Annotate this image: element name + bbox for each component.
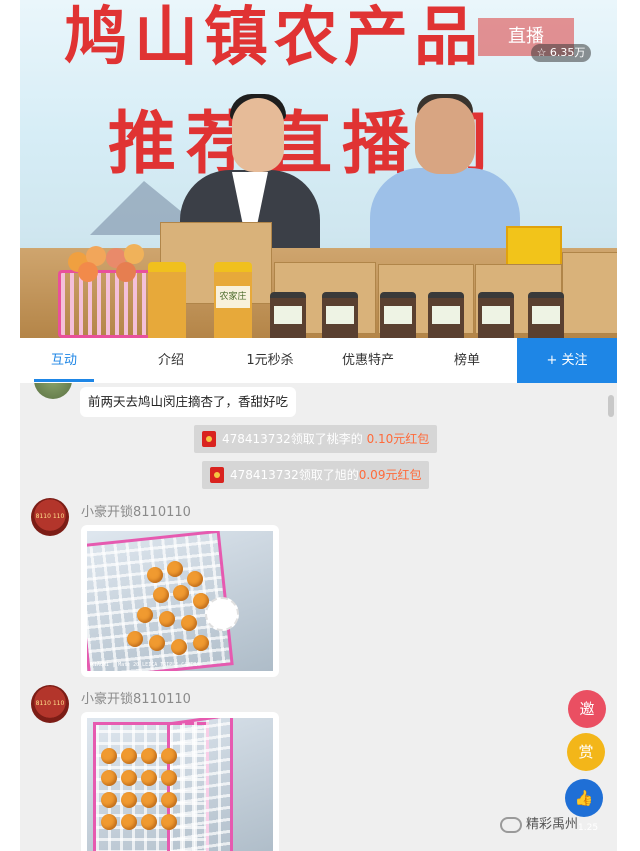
apricot: [121, 770, 137, 786]
live-video[interactable]: 鸠山镇农产品 推荐直播间 农家庄 直播 ☆ 6.35万: [20, 0, 617, 338]
feed-scrollbar[interactable]: [608, 395, 614, 417]
crate: [167, 718, 233, 851]
apricot: [147, 567, 163, 583]
red-packet-icon: [202, 431, 216, 447]
comment-photo[interactable]: [81, 712, 279, 851]
apricot: [181, 615, 197, 631]
tab-bar: 互动 介绍 1元秒杀 优惠特产 榜单 + 关注: [20, 338, 617, 383]
notice-action: 领取了旭的: [298, 468, 359, 482]
comment-bubble: 前两天去鸠山闵庄摘杏了，香甜好吃: [80, 387, 297, 417]
apricot: [101, 792, 117, 808]
apricot: [161, 770, 177, 786]
avatar[interactable]: [34, 383, 72, 399]
apricot: [171, 639, 187, 655]
product-box-4: [562, 252, 617, 334]
avatar[interactable]: 8110 110: [31, 685, 69, 723]
avatar[interactable]: 8110 110: [31, 498, 69, 536]
host-right-head: [415, 98, 475, 174]
tab-specialties[interactable]: 优惠特产: [328, 338, 408, 383]
apricot: [127, 631, 143, 647]
product-jar: [270, 292, 306, 338]
invite-button[interactable]: 邀: [568, 690, 606, 728]
thumbs-up-icon: 👍: [574, 789, 594, 807]
apricot: [141, 814, 157, 830]
notice-amount: 0.09元红包: [358, 468, 422, 482]
viewer-count: ☆ 6.35万: [531, 44, 591, 62]
redpacket-notice: 478413732领取了桃李的 0.10元红包: [194, 425, 438, 453]
apricot: [167, 561, 183, 577]
apricot: [141, 792, 157, 808]
apricot: [121, 792, 137, 808]
red-packet-icon: [210, 467, 224, 483]
notice-action: 领取了桃李的: [290, 432, 363, 446]
notice-user: 478413732: [230, 468, 299, 482]
wechat-icon: [500, 816, 522, 833]
apricot: [161, 792, 177, 808]
apricot: [187, 571, 203, 587]
apricot: [149, 635, 165, 651]
fruit: [124, 244, 144, 264]
avatar-text: 8110 110: [35, 513, 65, 520]
apricot: [121, 814, 137, 830]
follow-button[interactable]: + 关注: [517, 338, 617, 383]
viewers-icon: ☆: [536, 46, 550, 59]
like-button[interactable]: 👍: [565, 779, 603, 817]
product-jar: [380, 292, 416, 338]
photo-apricots-crate: XIAOMI | Mate 20 LEICA TRIPLE CAMERA: [87, 531, 273, 671]
honey-jar: [148, 262, 186, 338]
apricot: [141, 770, 157, 786]
fruit: [116, 262, 136, 282]
honey-jar: 农家庄: [214, 262, 252, 338]
photo-caption: XIAOMI | Mate 20 LEICA TRIPLE CAMERA: [91, 662, 200, 668]
apricot: [101, 748, 117, 764]
notice-user: 478413732: [222, 432, 291, 446]
tab-intro[interactable]: 介绍: [136, 338, 206, 383]
notice-amount: 0.10元红包: [366, 432, 430, 446]
apricot: [161, 748, 177, 764]
apricot: [161, 814, 177, 830]
app-frame: 鸠山镇农产品 推荐直播间 农家庄 直播 ☆ 6.35万 互动 介绍 1元秒杀 优…: [20, 0, 617, 851]
viewer-count-value: 6.35万: [549, 46, 586, 59]
product-jar: [322, 292, 358, 338]
paper-doily: [205, 597, 239, 631]
photo-apricots-crate: [87, 718, 273, 851]
apricot: [121, 748, 137, 764]
apricot: [141, 748, 157, 764]
apricot: [137, 607, 153, 623]
product-jar: [478, 292, 514, 338]
apricot: [159, 611, 175, 627]
apricot: [101, 814, 117, 830]
host-left-head: [232, 98, 284, 172]
jar-label: 农家庄: [216, 286, 250, 308]
banner-title-top: 鸠山镇农产品: [64, 0, 484, 75]
fruit-basket: [58, 270, 156, 338]
username[interactable]: 小豪开锁8110110: [81, 688, 191, 707]
redpacket-notice: 478413732领取了旭的0.09元红包: [202, 461, 430, 489]
apricot: [173, 585, 189, 601]
comment-feed[interactable]: 前两天去鸠山闵庄摘杏了，香甜好吃 478413732领取了桃李的 0.10元红包…: [20, 383, 617, 851]
username[interactable]: 小豪开锁8110110: [81, 501, 191, 520]
apricot: [101, 770, 117, 786]
apricot: [193, 635, 209, 651]
tab-ranking[interactable]: 榜单: [432, 338, 502, 383]
watermark: 精彩禹州: [500, 813, 578, 833]
like-count: 1.25: [578, 823, 599, 833]
product-jar: [528, 292, 564, 338]
tab-flash-sale[interactable]: 1元秒杀: [230, 338, 310, 383]
comment-photo[interactable]: XIAOMI | Mate 20 LEICA TRIPLE CAMERA: [81, 525, 279, 677]
avatar-text: 8110 110: [35, 700, 65, 707]
tab-interact[interactable]: 互动: [34, 338, 94, 383]
watermark-text: 精彩禹州: [526, 817, 579, 832]
apricot: [153, 587, 169, 603]
fruit: [78, 262, 98, 282]
product-jar: [428, 292, 464, 338]
reward-button[interactable]: 赏: [567, 733, 605, 771]
active-tab-indicator: [34, 379, 94, 382]
